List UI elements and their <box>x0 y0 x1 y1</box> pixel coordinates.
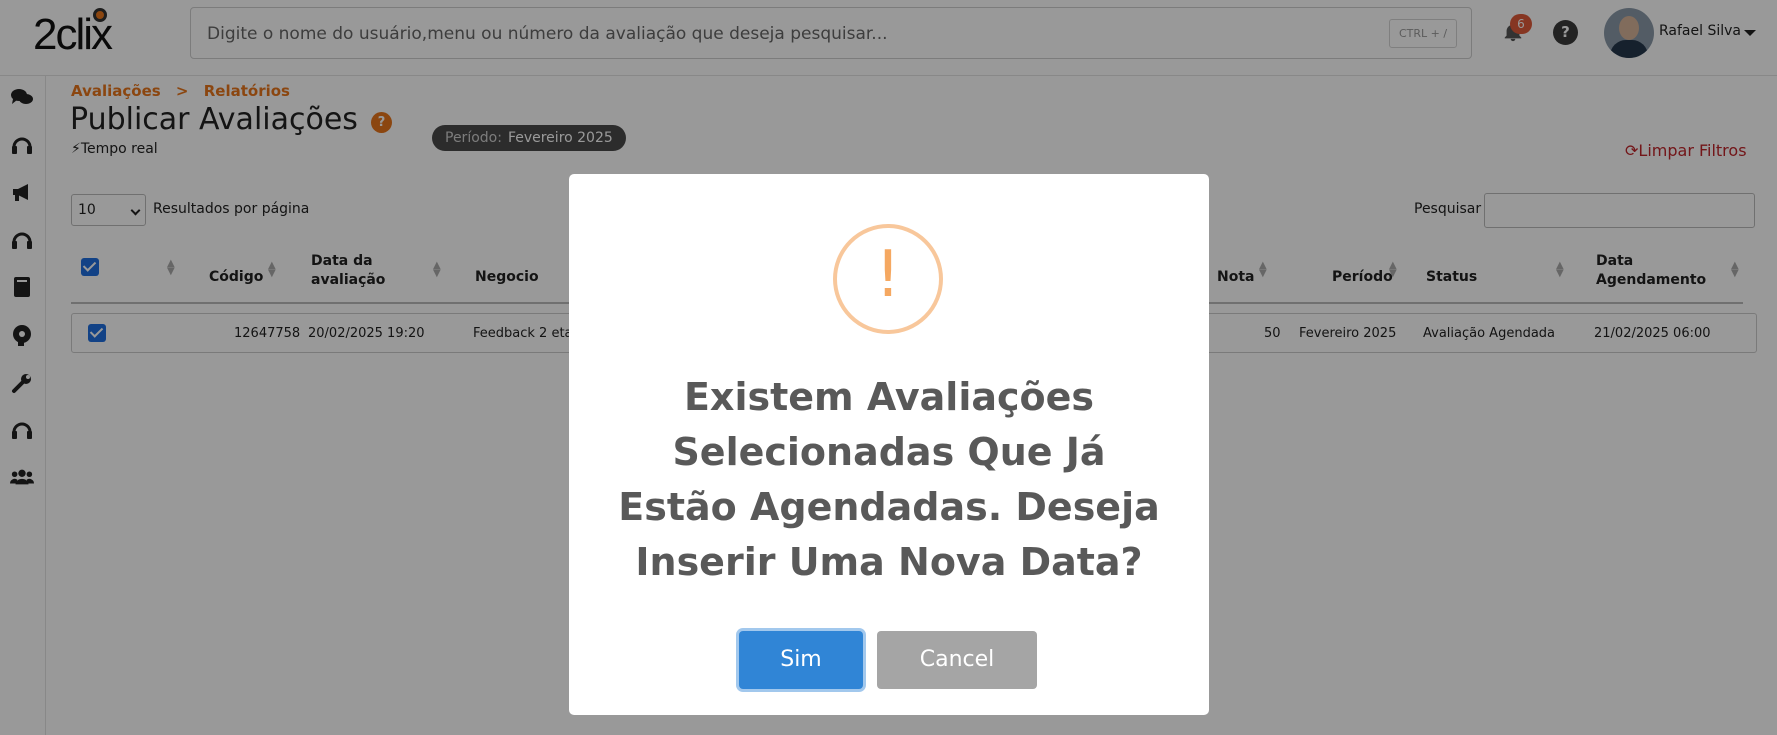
warning-icon: ! <box>833 224 943 334</box>
confirm-button[interactable]: Sim <box>739 631 863 689</box>
confirm-dialog: ! Existem Avaliações Selecionadas Que Já… <box>569 174 1209 715</box>
cancel-button[interactable]: Cancel <box>877 631 1037 689</box>
warning-exclamation: ! <box>875 238 901 312</box>
dialog-message: Existem Avaliações Selecionadas Que Já E… <box>618 375 1160 584</box>
